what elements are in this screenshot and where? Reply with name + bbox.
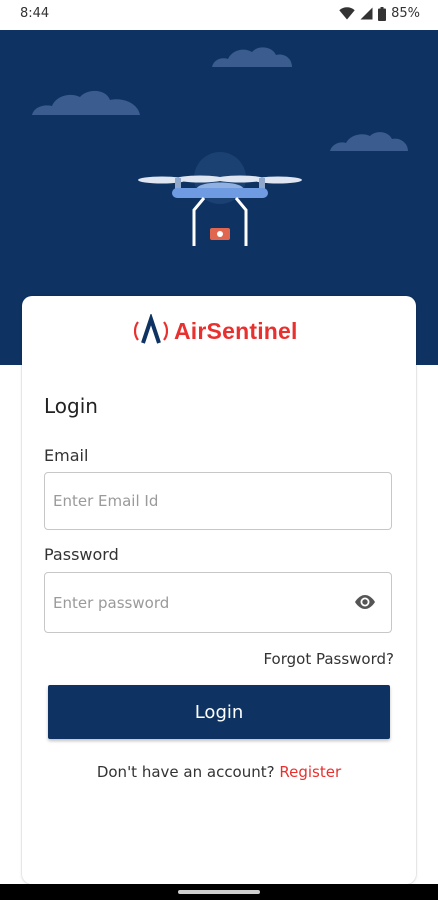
status-bar: 8:44 85% bbox=[0, 0, 438, 30]
email-input[interactable] bbox=[51, 491, 345, 511]
password-label: Password bbox=[44, 545, 119, 564]
brand-name: AirSentinel bbox=[174, 317, 298, 344]
wifi-icon bbox=[339, 7, 355, 20]
register-prompt: Don't have an account? bbox=[96, 763, 275, 781]
eye-icon[interactable] bbox=[353, 593, 377, 615]
login-heading: Login bbox=[44, 394, 98, 418]
home-gesture-handle[interactable] bbox=[178, 890, 260, 894]
cloud-icon bbox=[32, 90, 140, 115]
status-time: 8:44 bbox=[20, 6, 50, 21]
brand-logo: AirSentinel bbox=[134, 314, 298, 348]
register-prompt-line: Don't have an account? Register bbox=[22, 763, 416, 781]
status-icons: 85% bbox=[339, 6, 420, 21]
drone-illustration bbox=[138, 152, 302, 246]
cloud-icon bbox=[212, 47, 292, 67]
email-field-container bbox=[44, 472, 392, 530]
login-button[interactable]: Login bbox=[48, 685, 390, 739]
forgot-password-link[interactable]: Forgot Password? bbox=[263, 650, 394, 668]
register-link[interactable]: Register bbox=[279, 763, 341, 781]
login-card: AirSentinel Login Email Password Forgot … bbox=[22, 296, 416, 884]
battery-icon bbox=[378, 6, 387, 21]
password-input[interactable] bbox=[51, 592, 345, 613]
password-field-container bbox=[44, 572, 392, 633]
email-label: Email bbox=[44, 446, 89, 465]
navigation-bar bbox=[0, 884, 438, 900]
cellular-signal-icon bbox=[360, 7, 373, 20]
battery-percentage: 85% bbox=[391, 6, 420, 21]
cloud-icon bbox=[330, 132, 408, 151]
airsentinel-logo-icon bbox=[134, 314, 168, 344]
